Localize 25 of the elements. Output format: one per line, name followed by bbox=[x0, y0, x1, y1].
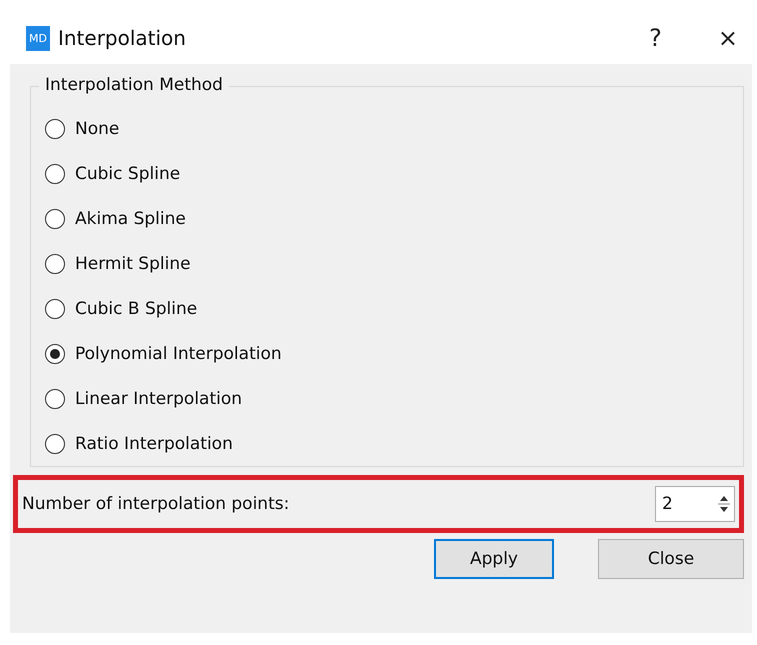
radio-button[interactable] bbox=[45, 434, 65, 454]
radio-button[interactable] bbox=[45, 344, 65, 364]
option-label[interactable]: Ratio Interpolation bbox=[75, 434, 233, 454]
radio-button[interactable] bbox=[45, 164, 65, 184]
option-label[interactable]: Hermit Spline bbox=[75, 254, 191, 274]
option-label[interactable]: Linear Interpolation bbox=[75, 389, 242, 409]
option-label[interactable]: Cubic Spline bbox=[75, 164, 180, 184]
dialog-button[interactable]: Close bbox=[598, 539, 744, 579]
radio-button[interactable] bbox=[45, 119, 65, 139]
app-logo: MD bbox=[26, 26, 50, 50]
radio-button[interactable] bbox=[45, 254, 65, 274]
option-label[interactable]: Cubic B Spline bbox=[75, 299, 198, 319]
radio-button[interactable] bbox=[45, 209, 65, 229]
spin-box[interactable]: 2 bbox=[655, 486, 735, 522]
points-label: Number of interpolation points: bbox=[22, 494, 290, 514]
dialog-button[interactable]: Apply bbox=[434, 539, 554, 579]
radio-button[interactable] bbox=[45, 389, 65, 409]
close-button[interactable]: × bbox=[704, 24, 752, 52]
group-title: Interpolation Method bbox=[39, 75, 229, 95]
option-label[interactable]: Akima Spline bbox=[75, 209, 186, 229]
window-title: Interpolation bbox=[58, 26, 186, 50]
help-button[interactable]: ? bbox=[635, 24, 676, 52]
option-label[interactable]: None bbox=[75, 119, 120, 139]
option-label[interactable]: Polynomial Interpolation bbox=[75, 344, 282, 364]
radio-button[interactable] bbox=[45, 299, 65, 319]
